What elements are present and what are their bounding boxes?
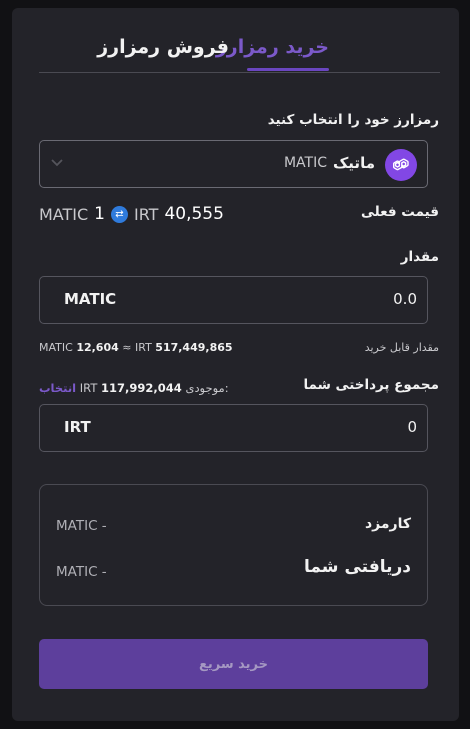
coin-select[interactable]: ماتیک MATIC — [39, 140, 428, 188]
price-label: قیمت فعلی — [360, 204, 439, 220]
tab-buy[interactable]: خرید رمزارز — [216, 36, 329, 58]
payment-value[interactable]: 0 — [407, 418, 417, 436]
tab-sell[interactable]: فروش رمزارز — [97, 36, 229, 58]
price-coin-amount: 1 — [94, 204, 105, 224]
order-summary: کارمزد MATIC - دریافتی شما MATIC - — [39, 484, 428, 606]
available-label: مقدار قابل خرید — [364, 341, 439, 354]
available-amount: MATIC 12,604 ≈ IRT 517,449,865 — [39, 341, 233, 354]
chevron-down-icon — [50, 156, 64, 172]
tabs-divider — [39, 72, 440, 73]
price-fiat-amount: 40,555 — [164, 204, 224, 224]
polygon-logo-icon — [385, 149, 417, 181]
amount-label: مقدار — [400, 249, 439, 265]
receive-label: دریافتی شما — [304, 557, 411, 577]
quick-buy-button[interactable]: خرید سریع — [39, 639, 428, 689]
amount-value[interactable]: 0.0 — [393, 290, 417, 308]
fee-label: کارمزد — [364, 516, 411, 532]
price-coin-unit: MATIC — [39, 204, 89, 224]
fee-value: MATIC - — [56, 518, 107, 534]
payment-label: مجموع پرداختی شما — [303, 377, 439, 393]
amount-unit: MATIC — [64, 290, 117, 308]
receive-value: MATIC - — [56, 564, 107, 580]
active-tab-indicator — [247, 68, 329, 71]
trade-card: خرید رمزارز فروش رمزارز رمزارز خود را ان… — [12, 8, 459, 721]
current-price: MATIC 1 ⇄ IRT 40,555 — [39, 204, 224, 224]
payment-input[interactable]: IRT 0 — [39, 404, 428, 452]
coin-name: ماتیک — [332, 154, 375, 172]
swap-icon: ⇄ — [111, 205, 128, 223]
price-fiat-unit: IRT — [134, 204, 159, 224]
balance-row: انتخاب IRT 117,992,044 موجودی: — [39, 381, 229, 395]
amount-input[interactable]: MATIC 0.0 — [39, 276, 428, 324]
coin-select-label: رمزارز خود را انتخاب کنید — [267, 112, 439, 128]
payment-unit: IRT — [64, 418, 91, 436]
select-balance-link[interactable]: انتخاب — [39, 381, 76, 395]
coin-symbol: MATIC — [283, 155, 327, 171]
